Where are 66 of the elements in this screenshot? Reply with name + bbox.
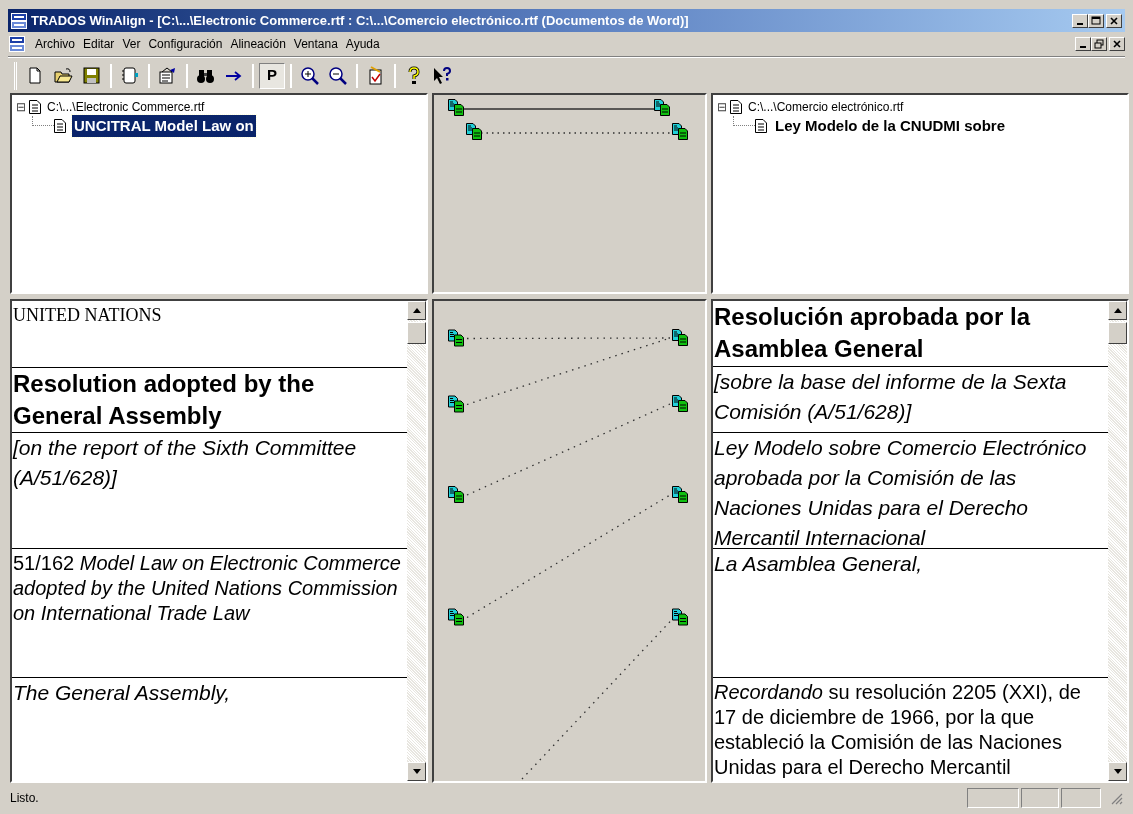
minimize-icon bbox=[1080, 46, 1086, 48]
menu-item[interactable]: Configuración bbox=[144, 35, 227, 53]
restore-button[interactable] bbox=[1091, 37, 1107, 51]
segment-text[interactable]: Resolution adopted by the General Assembly bbox=[13, 368, 407, 432]
status-panel bbox=[1061, 788, 1101, 808]
scroll-up-button[interactable] bbox=[407, 301, 426, 320]
segment-text[interactable]: The General Assembly, bbox=[13, 678, 407, 708]
maximize-button[interactable] bbox=[1088, 13, 1104, 28]
document-icon bbox=[730, 100, 742, 114]
scroll-thumb[interactable] bbox=[1108, 322, 1127, 344]
segment-text[interactable]: UNITED NATIONS bbox=[13, 301, 407, 329]
status-panel bbox=[967, 788, 1019, 808]
pointer-help-icon[interactable] bbox=[432, 65, 452, 86]
segment-text[interactable]: [sobre la base del informe de la Sexta Comisión (A/51/628)] bbox=[714, 367, 1108, 427]
notebook-icon[interactable] bbox=[120, 65, 140, 86]
status-panel bbox=[1021, 788, 1059, 808]
menu-item[interactable]: Editar bbox=[79, 35, 119, 53]
window-title: TRADOS WinAlign - [C:\...\Electronic Commerce.rtf : C:\...\Comercio electrónico.rtf (Documentos de Word)] bbox=[31, 11, 690, 30]
scroll-up-button[interactable] bbox=[1108, 301, 1127, 320]
scrollbar[interactable] bbox=[407, 301, 426, 781]
scroll-down-button[interactable] bbox=[407, 762, 426, 781]
tree-item[interactable]: UNCITRAL Model Law on bbox=[72, 114, 256, 138]
app-icon bbox=[11, 12, 27, 29]
segment-text[interactable]: [on the report of the Sixth Committee (A/51/628)] bbox=[13, 433, 407, 493]
close-button[interactable] bbox=[1109, 37, 1125, 51]
close-icon bbox=[1109, 15, 1119, 26]
resize-grip-icon[interactable] bbox=[1109, 791, 1123, 805]
scrollbar[interactable] bbox=[1108, 301, 1127, 781]
document-icon bbox=[29, 100, 41, 114]
up-arrow-icon bbox=[412, 308, 421, 313]
document-icon bbox=[755, 119, 767, 133]
menu-item[interactable]: Ayuda bbox=[341, 35, 384, 53]
menu-item[interactable]: Archivo bbox=[31, 35, 79, 53]
paragraph-button[interactable]: P bbox=[259, 62, 285, 89]
zoom-in-icon[interactable] bbox=[300, 65, 320, 86]
segment-text[interactable]: 51/162 Model Law on Electronic Commerce adopted by the United Nations Commission on International Trade Law bbox=[13, 549, 407, 626]
scroll-thumb[interactable] bbox=[407, 322, 426, 344]
collapse-toggle[interactable]: ⊟ bbox=[717, 101, 727, 113]
down-arrow-icon bbox=[1113, 769, 1122, 774]
segment-text[interactable]: Resolución aprobada por la Asamblea General bbox=[714, 301, 1108, 365]
menu-item[interactable]: Alineación bbox=[226, 35, 290, 53]
down-arrow-icon bbox=[412, 769, 421, 774]
up-arrow-icon bbox=[1113, 308, 1122, 313]
close-icon bbox=[1112, 39, 1122, 49]
document-window-icon bbox=[9, 36, 25, 52]
properties-icon[interactable] bbox=[158, 65, 178, 86]
maximize-icon bbox=[1091, 15, 1101, 26]
segment-text[interactable]: La Asamblea General, bbox=[714, 549, 1108, 579]
collapse-toggle[interactable]: ⊟ bbox=[16, 101, 26, 113]
minimize-icon bbox=[1077, 22, 1083, 25]
status-text: Listo. bbox=[10, 790, 40, 807]
restore-icon bbox=[1094, 39, 1104, 49]
document-icon bbox=[54, 119, 66, 133]
tree-item[interactable]: C:\...\Comercio electrónico.rtf bbox=[748, 98, 904, 116]
minimize-button[interactable] bbox=[1075, 37, 1091, 51]
menu-item[interactable]: Ver bbox=[118, 35, 145, 53]
scroll-down-button[interactable] bbox=[1108, 762, 1127, 781]
close-button[interactable] bbox=[1106, 13, 1122, 28]
zoom-out-icon[interactable] bbox=[328, 65, 348, 86]
segment-text[interactable]: Recordando su resolución 2205 (XXI), de 17 de diciembre de 1966, por la que estableció la Comisión de las Naciones Unidas para el Derecho Mercantil bbox=[714, 678, 1108, 780]
segment-text[interactable]: Ley Modelo sobre Comercio Electrónico aprobada por la Comisión de las Naciones Unidas para el Derecho Mercantil Internacional bbox=[714, 433, 1108, 548]
tree-item[interactable]: C:\...\Electronic Commerce.rtf bbox=[47, 98, 205, 116]
folder-icon[interactable] bbox=[54, 65, 74, 86]
tree-item[interactable]: Ley Modelo de la CNUDMI sobre bbox=[773, 114, 1008, 138]
menu-item[interactable]: Ventana bbox=[289, 35, 342, 53]
minimize-button[interactable] bbox=[1072, 13, 1088, 28]
